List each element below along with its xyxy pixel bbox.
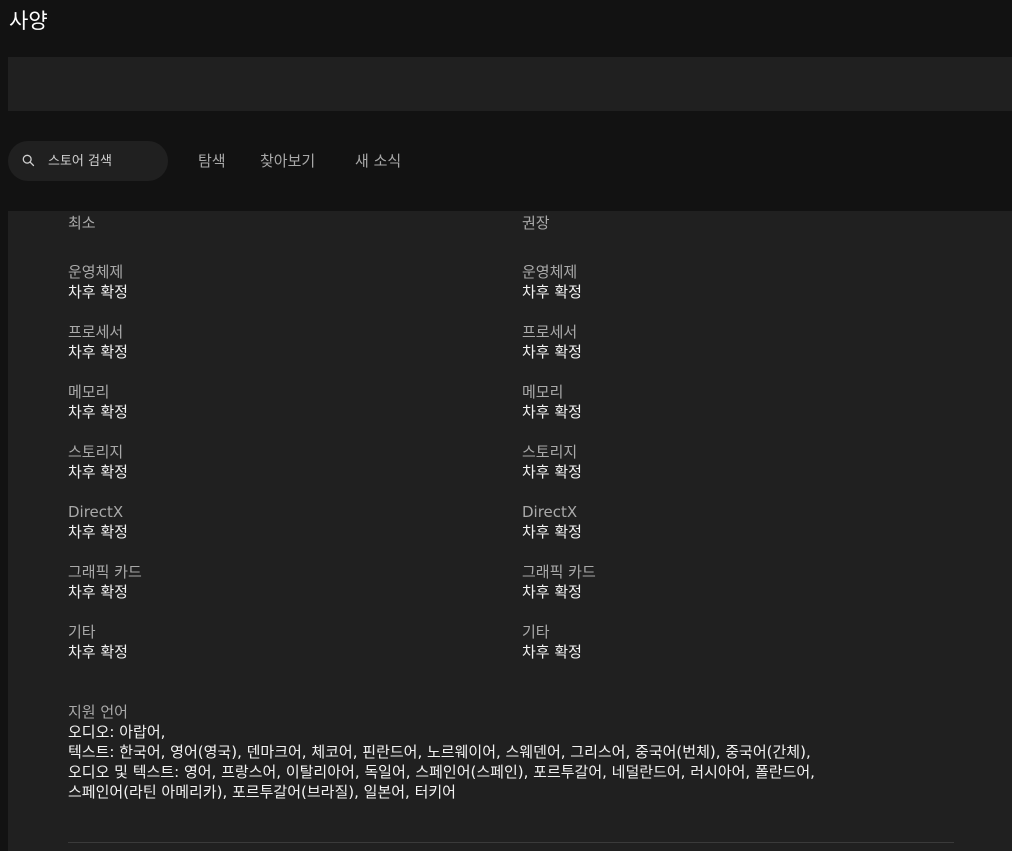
languages-audio: 오디오: 아랍어, [68, 723, 166, 741]
spec-item-other: 기타 차후 확정 [68, 622, 508, 662]
nav-link-news[interactable]: 새 소식 [355, 150, 401, 172]
spec-value: 차후 확정 [68, 343, 128, 361]
spec-label: 스토리지 [68, 443, 124, 461]
supported-languages-label: 지원 언어 [68, 703, 128, 721]
nav-link-browse[interactable]: 찾아보기 [260, 150, 315, 172]
spec-value: 차후 확정 [68, 583, 128, 601]
spec-label: 메모리 [522, 383, 564, 401]
spec-label: 프로세서 [68, 323, 124, 341]
spec-item-other: 기타 차후 확정 [522, 622, 962, 662]
search-input[interactable] [48, 151, 166, 171]
spec-label: 운영체제 [522, 263, 578, 281]
spec-value: 차후 확정 [522, 523, 582, 541]
search-box[interactable] [8, 141, 168, 181]
spec-item-directx: DirectX 차후 확정 [522, 502, 962, 542]
banner-area [8, 57, 1012, 111]
spec-label: 기타 [522, 623, 550, 641]
spec-item-memory: 메모리 차후 확정 [68, 382, 508, 422]
spec-value: 차후 확정 [68, 463, 128, 481]
spec-item-processor: 프로세서 차후 확정 [68, 322, 508, 362]
spec-label: 메모리 [68, 383, 110, 401]
spec-item-storage: 스토리지 차후 확정 [522, 442, 962, 482]
languages-text: 텍스트: 한국어, 영어(영국), 덴마크어, 체코어, 핀란드어, 노르웨이어… [68, 743, 811, 761]
nav-link-discover[interactable]: 탐색 [198, 150, 226, 172]
spec-item-processor: 프로세서 차후 확정 [522, 322, 962, 362]
supported-languages: 지원 언어 오디오: 아랍어, 텍스트: 한국어, 영어(영국), 덴마크어, … [68, 702, 968, 802]
spec-value: 차후 확정 [522, 643, 582, 661]
languages-audio-and-text-continued: 스페인어(라틴 아메리카), 포르투갈어(브라질), 일본어, 터키어 [68, 783, 456, 801]
spec-value: 차후 확정 [522, 463, 582, 481]
spec-label: 그래픽 카드 [522, 563, 596, 581]
spec-label: 기타 [68, 623, 96, 641]
spec-label: 그래픽 카드 [68, 563, 142, 581]
spec-value: 차후 확정 [522, 343, 582, 361]
languages-audio-and-text: 오디오 및 텍스트: 영어, 프랑스어, 이탈리아어, 독일어, 스페인어(스페… [68, 763, 815, 781]
store-navigation-bar: 탐색 찾아보기 새 소식 [0, 111, 1012, 211]
spec-item-storage: 스토리지 차후 확정 [68, 442, 508, 482]
divider [68, 842, 954, 843]
spec-value: 차후 확정 [68, 283, 128, 301]
spec-item-memory: 메모리 차후 확정 [522, 382, 962, 422]
spec-value: 차후 확정 [522, 583, 582, 601]
spec-label: 프로세서 [522, 323, 578, 341]
spec-label: DirectX [68, 503, 124, 521]
spec-item-os: 운영체제 차후 확정 [522, 262, 962, 302]
spec-label: DirectX [522, 503, 578, 521]
specs-panel: 최소 운영체제 차후 확정 프로세서 차후 확정 메모리 차후 확정 스토리지 … [8, 211, 1012, 851]
specifications-page: 사양 탐색 찾아보기 새 소식 최소 운영체제 차후 확정 프로세서 차후 확정 [0, 0, 1012, 851]
spec-item-directx: DirectX 차후 확정 [68, 502, 508, 542]
spec-label: 운영체제 [68, 263, 124, 281]
search-icon [22, 154, 35, 167]
spec-item-os: 운영체제 차후 확정 [68, 262, 508, 302]
minimum-specs-header: 최소 [68, 214, 96, 232]
spec-value: 차후 확정 [68, 643, 128, 661]
spec-value: 차후 확정 [522, 283, 582, 301]
spec-item-graphics: 그래픽 카드 차후 확정 [522, 562, 962, 602]
page-title: 사양 [9, 9, 48, 33]
spec-value: 차후 확정 [68, 523, 128, 541]
spec-value: 차후 확정 [522, 403, 582, 421]
recommended-specs-header: 권장 [522, 214, 550, 232]
spec-value: 차후 확정 [68, 403, 128, 421]
spec-label: 스토리지 [522, 443, 578, 461]
spec-item-graphics: 그래픽 카드 차후 확정 [68, 562, 508, 602]
